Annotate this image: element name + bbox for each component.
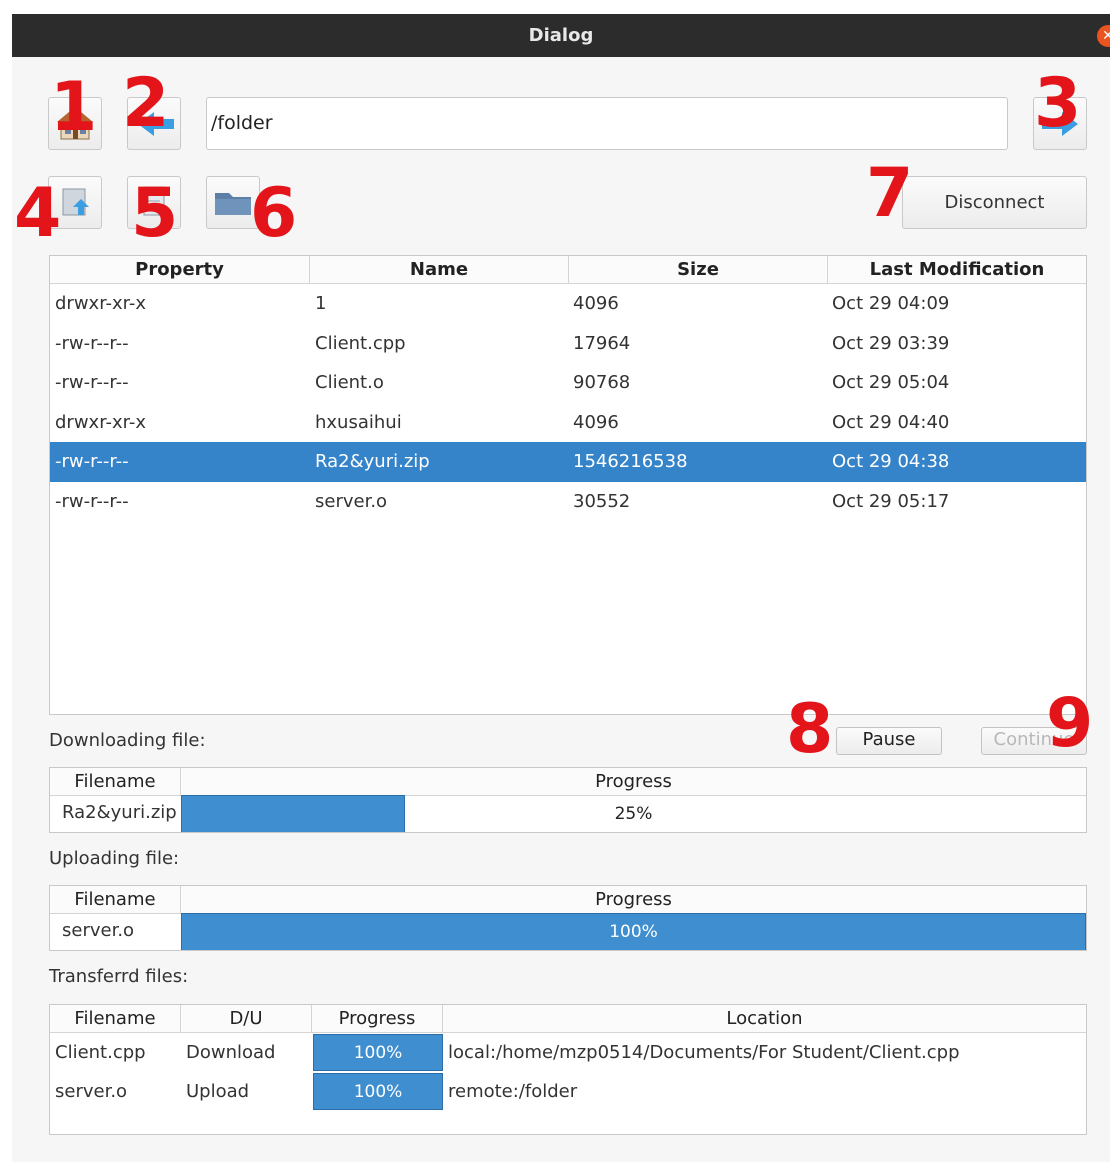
cell-du: Upload bbox=[186, 1081, 250, 1102]
upload-filename: server.o bbox=[62, 920, 135, 941]
cell-name: Client.o bbox=[315, 372, 384, 393]
cell-size: 4096 bbox=[573, 411, 619, 433]
cell-property: -rw-r--r-- bbox=[55, 372, 129, 393]
cell-size: 30552 bbox=[573, 490, 631, 512]
cell-property: -rw-r--r-- bbox=[55, 451, 129, 472]
table-row[interactable]: -rw-r--r-- Client.cpp 17964 Oct 29 03:39 bbox=[50, 324, 1086, 364]
table-row[interactable]: -rw-r--r-- Client.o 90768 Oct 29 05:04 bbox=[50, 363, 1086, 403]
annotation-marker-4: 4 bbox=[14, 174, 62, 253]
column-header-progress: Progress bbox=[181, 768, 1086, 796]
transferred-table: Filename D/U Progress Location Client.cp… bbox=[49, 1004, 1087, 1135]
cell-property: -rw-r--r-- bbox=[55, 490, 129, 512]
cell-size: 17964 bbox=[573, 332, 631, 354]
cell-progress: 100% bbox=[353, 1043, 403, 1063]
uploading-table: Filename Progress server.o 100% bbox=[49, 885, 1087, 951]
downloading-table: Filename Progress Ra2&yuri.zip 25% bbox=[49, 767, 1087, 833]
annotation-marker-2: 2 bbox=[122, 64, 170, 143]
cell-modified: Oct 29 03:39 bbox=[832, 332, 950, 354]
column-header-name[interactable]: Name bbox=[310, 256, 569, 284]
cell-modified: Oct 29 04:09 bbox=[832, 293, 950, 314]
cell-name: server.o bbox=[315, 490, 388, 512]
annotation-marker-9: 9 bbox=[1046, 684, 1094, 763]
upload-progress-text: 100% bbox=[609, 922, 658, 942]
cell-size: 90768 bbox=[573, 372, 631, 393]
cell-location: local:/home/mzp0514/Documents/For Studen… bbox=[448, 1042, 960, 1063]
column-header-property[interactable]: Property bbox=[50, 256, 310, 284]
table-row[interactable]: -rw-r--r-- Ra2&yuri.zip 1546216538 Oct 29 0… bbox=[50, 442, 1086, 482]
path-input[interactable]: /folder bbox=[206, 97, 1008, 150]
column-header-progress: Progress bbox=[312, 1005, 443, 1033]
window-title: Dialog bbox=[528, 25, 594, 46]
annotation-marker-5: 5 bbox=[131, 174, 179, 253]
column-header-du: D/U bbox=[181, 1005, 312, 1033]
cell-location: remote:/folder bbox=[448, 1081, 578, 1102]
annotation-marker-8: 8 bbox=[786, 690, 834, 769]
table-row[interactable]: -rw-r--r-- server.o 30552 Oct 29 05:17 bbox=[50, 482, 1086, 522]
column-header-location: Location bbox=[443, 1005, 1086, 1033]
column-header-size[interactable]: Size bbox=[569, 256, 828, 284]
cell-name: Client.cpp bbox=[315, 332, 406, 354]
uploading-label: Uploading file: bbox=[49, 848, 180, 869]
table-row[interactable]: drwxr-xr-x 1 4096 Oct 29 04:09 bbox=[50, 284, 1086, 324]
cell-modified: Oct 29 05:04 bbox=[832, 372, 950, 393]
cell-property: drwxr-xr-x bbox=[55, 411, 146, 433]
downloading-label: Downloading file: bbox=[49, 730, 206, 751]
cell-modified: Oct 29 04:38 bbox=[832, 451, 950, 472]
column-header-filename: Filename bbox=[50, 886, 181, 914]
cell-size: 4096 bbox=[573, 293, 619, 314]
column-header-progress: Progress bbox=[181, 886, 1086, 914]
annotation-marker-3: 3 bbox=[1034, 64, 1082, 143]
column-header-last-modification[interactable]: Last Modification bbox=[828, 256, 1086, 284]
cell-name: hxusaihui bbox=[315, 411, 402, 433]
cell-property: drwxr-xr-x bbox=[55, 293, 146, 314]
download-progress-text: 25% bbox=[614, 804, 653, 824]
cell-name: 1 bbox=[315, 293, 327, 314]
cell-name: Ra2&yuri.zip bbox=[315, 451, 430, 472]
annotation-marker-7: 7 bbox=[866, 154, 914, 233]
cell-du: Download bbox=[186, 1042, 276, 1063]
annotation-marker-1: 1 bbox=[50, 68, 98, 147]
transferred-label: Transferrd files: bbox=[49, 966, 189, 987]
pause-button[interactable]: Pause bbox=[836, 727, 942, 755]
column-header-filename: Filename bbox=[50, 1005, 181, 1033]
disconnect-button[interactable]: Disconnect bbox=[902, 176, 1087, 229]
remote-file-table: Property Name Size Last Modification drw… bbox=[49, 255, 1087, 715]
download-filename: Ra2&yuri.zip bbox=[62, 802, 177, 823]
cell-modified: Oct 29 04:40 bbox=[832, 411, 950, 433]
table-row[interactable]: drwxr-xr-x hxusaihui 4096 Oct 29 04:40 bbox=[50, 403, 1086, 443]
cell-filename: server.o bbox=[55, 1081, 128, 1102]
cell-size: 1546216538 bbox=[573, 451, 688, 472]
title-bar: Dialog ✕ bbox=[12, 14, 1110, 57]
annotation-marker-6: 6 bbox=[250, 174, 298, 253]
cell-progress: 100% bbox=[353, 1082, 403, 1102]
cell-modified: Oct 29 05:17 bbox=[832, 490, 950, 512]
cell-filename: Client.cpp bbox=[55, 1042, 146, 1063]
column-header-filename: Filename bbox=[50, 768, 181, 796]
cell-property: -rw-r--r-- bbox=[55, 332, 129, 354]
